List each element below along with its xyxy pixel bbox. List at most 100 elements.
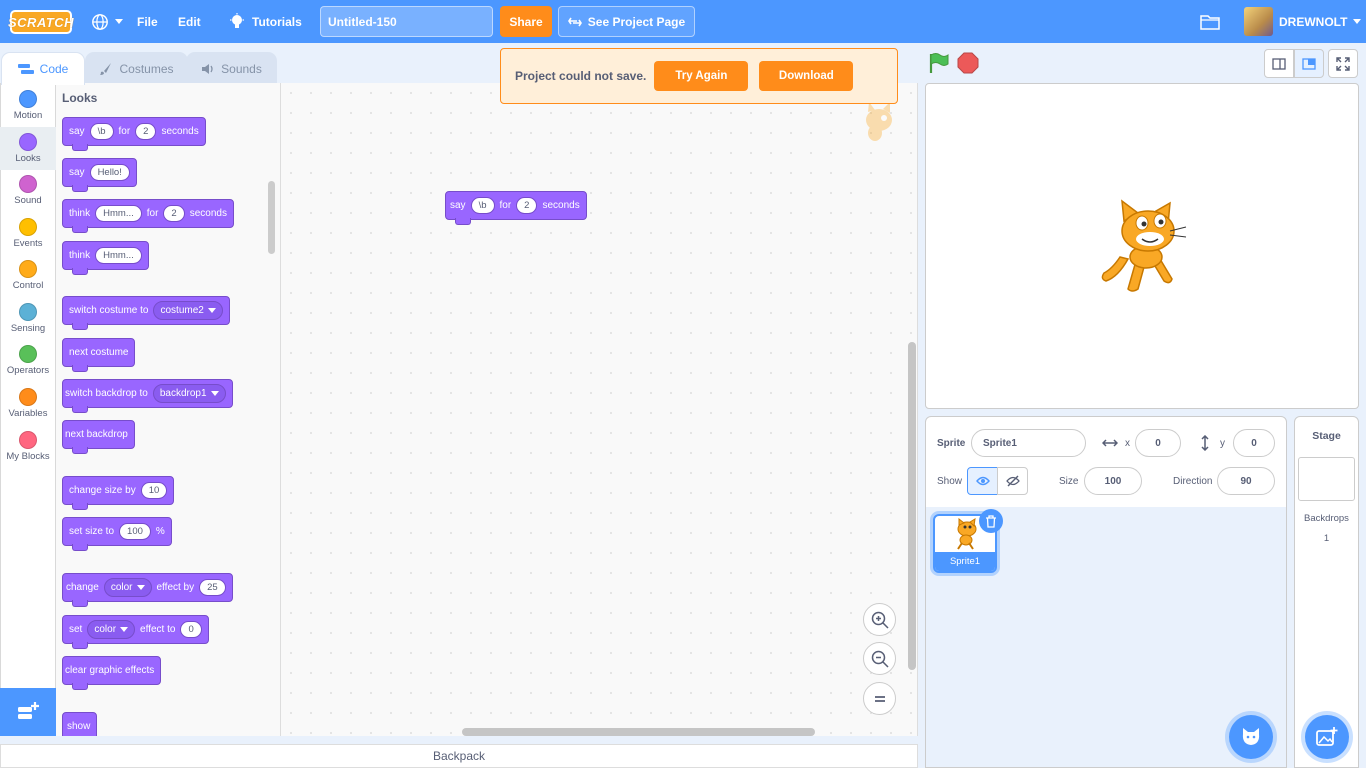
block-input[interactable]: Hello! [89,164,130,181]
size-input[interactable]: 100 [1084,467,1142,495]
tab-code-label: Code [39,62,69,76]
trash-icon [986,514,996,528]
block-text: effect by [156,582,195,593]
category-events[interactable]: Events [0,212,56,255]
green-flag-button[interactable] [928,52,950,77]
edit-menu[interactable]: Edit [178,0,201,43]
zoom-in-button[interactable] [863,603,896,636]
stage-canvas[interactable] [925,83,1359,409]
block-text: seconds [161,126,199,137]
block-input[interactable]: Hmm... [95,247,142,264]
effect-dropdown[interactable]: color [103,578,152,597]
block-switch-costume[interactable]: switch costume to costume2 [62,296,230,330]
stage-thumbnail[interactable] [1298,457,1355,501]
block-input[interactable]: 100 [119,523,151,540]
block-change-effect[interactable]: change color effect by 25 [62,573,233,607]
choose-backdrop-button[interactable] [1305,715,1349,759]
try-again-button[interactable]: Try Again [654,61,749,91]
category-sensing[interactable]: Sensing [0,297,56,340]
workspace-vertical-scrollbar[interactable] [908,342,916,670]
block-input[interactable]: 2 [135,123,157,140]
tab-costumes[interactable]: Costumes [85,52,188,84]
sprite-name-input[interactable]: Sprite1 [971,429,1086,457]
block-think[interactable]: think Hmm... [62,241,149,275]
events-dot-icon [19,218,37,236]
green-flag-icon [929,53,949,73]
block-next-backdrop[interactable]: next backdrop [62,420,135,454]
block-input[interactable]: 2 [163,205,185,222]
category-looks[interactable]: Looks [0,127,56,170]
block-switch-backdrop[interactable]: switch backdrop to backdrop1 [62,379,233,413]
direction-input[interactable]: 90 [1217,467,1275,495]
show-sprite-button[interactable] [967,467,998,495]
category-sound[interactable]: Sound [0,169,56,212]
add-extension-button[interactable] [0,688,56,736]
file-menu[interactable]: File [137,0,158,43]
block-think-for-secs[interactable]: think Hmm... for 2 seconds [62,199,234,233]
block-set-size[interactable]: set size to 100 % [62,517,172,551]
block-clear-effects[interactable]: clear graphic effects [62,656,162,690]
block-text: seconds [542,200,580,211]
globe-icon [92,13,108,30]
fullscreen-button[interactable] [1328,49,1358,78]
language-menu[interactable] [91,0,123,43]
block-show[interactable]: show [62,712,98,736]
block-text: seconds [189,208,227,219]
folder-icon [1200,14,1220,30]
block-text: for [499,200,512,211]
dropdown-value: backdrop1 [159,388,207,399]
share-button[interactable]: Share [500,6,552,37]
block-change-size[interactable]: change size by 10 [62,476,175,510]
category-control[interactable]: Control [0,254,56,297]
hide-sprite-button[interactable] [997,467,1028,495]
code-workspace[interactable] [281,83,918,736]
download-button[interactable]: Download [759,61,854,91]
category-motion[interactable]: Motion [0,84,56,127]
blocks-flyout: Looks say \b for 2 seconds say Hello! th… [56,83,281,736]
brush-icon [100,62,112,75]
large-stage-icon [1302,57,1316,70]
delete-sprite-button[interactable] [979,509,1003,533]
block-set-effect[interactable]: set color effect to 0 [62,615,209,649]
block-input[interactable]: \b [470,197,495,214]
small-stage-button[interactable] [1264,49,1294,78]
block-input[interactable]: \b [89,123,114,140]
workspace-horizontal-scrollbar[interactable] [462,728,815,736]
operators-dot-icon [19,345,37,363]
block-input[interactable]: 0 [180,621,202,638]
backpack-bar[interactable]: Backpack [0,744,918,768]
tutorials-button[interactable]: Tutorials [229,0,302,43]
x-input[interactable]: 0 [1135,429,1181,457]
account-menu[interactable]: DREWNOLT [1244,0,1362,43]
large-stage-button[interactable] [1294,49,1324,78]
stage-panel-title: Stage [1312,430,1341,442]
backdrop-dropdown[interactable]: backdrop1 [152,384,226,403]
see-project-page-button[interactable]: See Project Page [558,6,695,37]
workspace-block-say-for-secs[interactable]: say \b for 2 seconds [445,191,587,225]
my-stuff-button[interactable] [1200,0,1220,43]
stop-button[interactable] [957,52,979,77]
choose-sprite-button[interactable] [1229,715,1273,759]
scratch-logo[interactable]: SCRATCH [8,10,74,34]
block-say-for-secs[interactable]: say \b for 2 seconds [62,117,206,151]
project-title-input[interactable] [320,6,493,37]
flyout-scrollbar[interactable] [268,181,275,254]
tab-code[interactable]: Code [1,52,85,85]
block-input[interactable]: 25 [199,579,226,596]
block-input[interactable]: 2 [516,197,538,214]
category-my-blocks[interactable]: My Blocks [0,425,56,468]
block-input[interactable]: Hmm... [95,205,142,222]
zoom-out-button[interactable] [863,642,896,675]
block-input[interactable]: 10 [140,482,168,499]
block-text: effect to [140,624,176,635]
y-input[interactable]: 0 [1233,429,1275,457]
zoom-reset-button[interactable] [863,682,896,715]
category-operators[interactable]: Operators [0,339,56,382]
block-say[interactable]: say Hello! [62,158,137,192]
tab-sounds[interactable]: Sounds [186,52,277,84]
motion-dot-icon [19,90,37,108]
effect-dropdown[interactable]: color [87,620,136,639]
category-variables[interactable]: Variables [0,382,56,425]
block-next-costume[interactable]: next costume [62,338,136,372]
costume-dropdown[interactable]: costume2 [153,301,223,320]
